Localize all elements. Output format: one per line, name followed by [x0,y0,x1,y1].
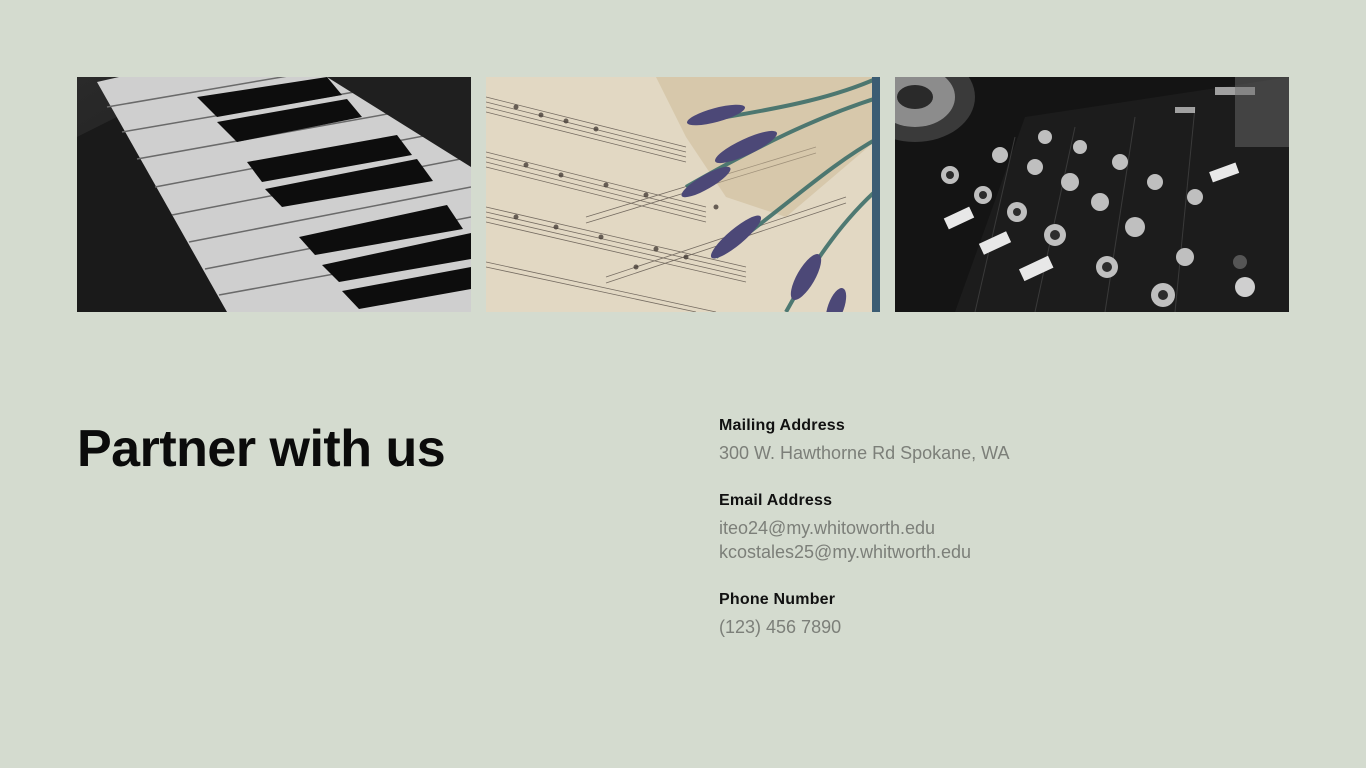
email-address-2[interactable]: kcostales25@my.whitworth.edu [719,540,971,564]
piano-keys-photo [77,77,471,312]
phone-number-block: Phone Number (123) 456 7890 [719,590,841,639]
email-address-block: Email Address iteo24@my.whitoworth.edu k… [719,491,971,564]
mailing-address-label: Mailing Address [719,417,845,434]
photo-strip [77,77,1289,312]
mailing-address-block: Mailing Address 300 W. Hawthorne Rd Spok… [719,416,1009,465]
sheet-music-photo [486,77,880,312]
email-address-value: iteo24@my.whitoworth.edu kcostales25@my.… [719,516,971,564]
email-address-label: Email Address [719,492,833,509]
phone-number-label: Phone Number [719,591,836,608]
phone-number-value: (123) 456 7890 [719,617,842,637]
page-title: Partner with us [77,420,446,478]
email-address-1[interactable]: iteo24@my.whitoworth.edu [719,516,971,540]
dj-mixer-photo [895,77,1289,312]
mailing-address-value: 300 W. Hawthorne Rd Spokane, WA [719,443,1010,463]
